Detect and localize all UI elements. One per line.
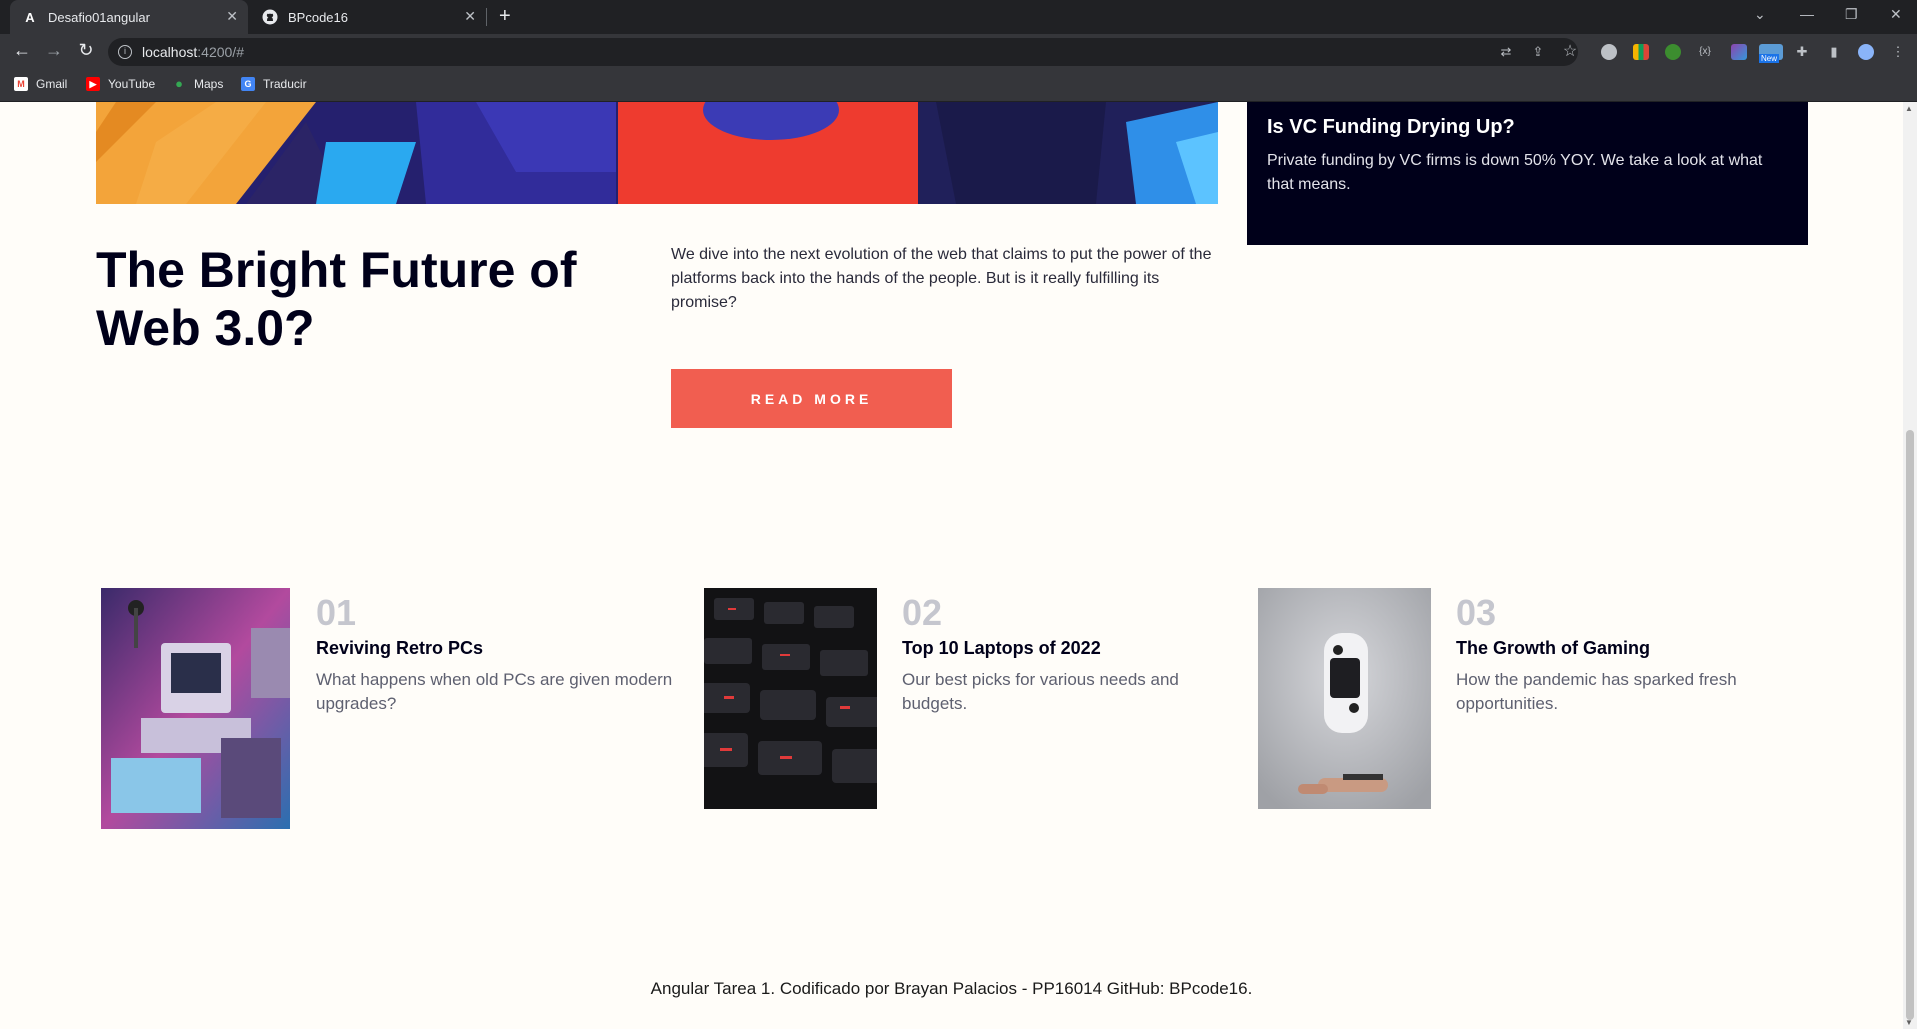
- tab-title: Desafio01angular: [48, 9, 150, 25]
- gamepad-image: [1258, 588, 1431, 809]
- bookmark-label: Traducir: [263, 77, 307, 91]
- maps-icon: ●: [175, 76, 183, 91]
- extension-globe-icon[interactable]: [1601, 44, 1617, 60]
- angular-icon: A: [25, 9, 35, 25]
- new-badge: New: [1759, 54, 1780, 63]
- site-info-icon[interactable]: i: [118, 45, 132, 59]
- bookmark-youtube[interactable]: ▶ YouTube: [86, 77, 155, 91]
- read-more-button[interactable]: READ MORE: [671, 369, 952, 428]
- article-number: 02: [902, 592, 943, 633]
- bookmark-star-icon[interactable]: ☆: [1562, 44, 1578, 60]
- url-path: :4200/#: [197, 44, 244, 60]
- extension-new-icon[interactable]: New: [1759, 44, 1783, 63]
- scroll-down-icon[interactable]: ▼: [1905, 1018, 1913, 1027]
- bookmark-label: Maps: [194, 77, 224, 91]
- side-card-text: Private funding by VC firms is down 50% …: [1267, 152, 1763, 193]
- translate-icon: G: [241, 77, 255, 91]
- extension-tree-icon[interactable]: [1665, 44, 1681, 60]
- url-host: localhost: [142, 44, 198, 60]
- menu-kebab-icon[interactable]: ⋮: [1890, 44, 1906, 60]
- extension-puzzle-color-icon[interactable]: [1731, 44, 1747, 60]
- page-content: Is VC Funding Drying Up? Private funding…: [0, 102, 1903, 1029]
- article-description: What happens when old PCs are given mode…: [316, 670, 673, 713]
- extension-code-icon[interactable]: {x}: [1697, 44, 1713, 60]
- hero-title: The Bright Future of Web 3.0?: [96, 242, 577, 356]
- profile-avatar[interactable]: [1858, 44, 1874, 60]
- article-title[interactable]: Top 10 Laptops of 2022: [902, 638, 1222, 659]
- bookmark-maps[interactable]: ● Maps: [172, 76, 224, 92]
- tab-strip: A Desafio01angular ✕ BPcode16 ✕ + ⌄ — ❐ …: [0, 0, 1917, 34]
- keyboard-image: [704, 588, 877, 809]
- tab-title: BPcode16: [288, 9, 348, 25]
- forward-icon[interactable]: →: [42, 40, 66, 61]
- article-number: 03: [1456, 592, 1497, 633]
- tab-desafio01angular[interactable]: A Desafio01angular ✕: [10, 0, 248, 34]
- translate-page-icon[interactable]: ⇄: [1498, 44, 1514, 60]
- bookmarks-bar: M Gmail ▶ YouTube ● Maps G Traducir: [0, 70, 1917, 102]
- restore-icon[interactable]: ❐: [1845, 6, 1858, 23]
- extensions-puzzle-icon[interactable]: ✚: [1794, 44, 1810, 60]
- youtube-icon: ▶: [86, 77, 100, 91]
- bookmark-label: Gmail: [36, 77, 68, 91]
- bookmark-gmail[interactable]: M Gmail: [14, 77, 67, 91]
- article-description: How the pandemic has sparked fresh oppor…: [1456, 670, 1737, 713]
- address-bar[interactable]: i localhost:4200/#: [108, 38, 1578, 66]
- github-icon: [262, 9, 278, 25]
- page-scrollbar[interactable]: ▲ ▼: [1903, 102, 1917, 1029]
- share-icon[interactable]: ⇪: [1530, 44, 1546, 60]
- gmail-icon: M: [14, 77, 28, 91]
- close-tab-icon[interactable]: ✕: [226, 8, 238, 25]
- tab-bpcode16[interactable]: BPcode16 ✕: [250, 0, 486, 34]
- close-tab-icon[interactable]: ✕: [464, 8, 476, 25]
- hero-description: We dive into the next evolution of the w…: [671, 246, 1212, 311]
- tab-search-icon[interactable]: ⌄: [1754, 6, 1766, 23]
- bookmark-label: YouTube: [108, 77, 156, 91]
- hero-image: [96, 102, 1218, 204]
- new-tab-icon[interactable]: +: [499, 5, 511, 28]
- article-description: Our best picks for various needs and bud…: [902, 670, 1179, 713]
- featured-side-card[interactable]: Is VC Funding Drying Up? Private funding…: [1247, 102, 1808, 245]
- minimize-icon[interactable]: —: [1800, 6, 1814, 22]
- retro-pc-image: [101, 588, 290, 829]
- scroll-up-icon[interactable]: ▲: [1905, 104, 1913, 113]
- scrollbar-thumb[interactable]: [1906, 430, 1914, 1020]
- bookmark-traducir[interactable]: G Traducir: [241, 77, 307, 91]
- back-icon[interactable]: ←: [10, 40, 34, 61]
- article-title[interactable]: Reviving Retro PCs: [316, 638, 676, 659]
- article-number: 01: [316, 592, 357, 633]
- extension-bars-icon[interactable]: [1633, 44, 1649, 60]
- close-window-icon[interactable]: ✕: [1890, 6, 1902, 23]
- article-title[interactable]: The Growth of Gaming: [1456, 638, 1776, 659]
- reload-icon[interactable]: ↻: [74, 40, 98, 61]
- side-card-title[interactable]: Is VC Funding Drying Up?: [1267, 116, 1788, 139]
- tab-separator: [486, 8, 487, 26]
- browser-toolbar: ← → ↻ i localhost:4200/# ⇄ ⇪ ☆ {x} New ✚…: [0, 34, 1917, 70]
- footer-text: Angular Tarea 1. Codificado por Brayan P…: [650, 979, 1253, 998]
- side-panel-icon[interactable]: ▮: [1826, 44, 1842, 60]
